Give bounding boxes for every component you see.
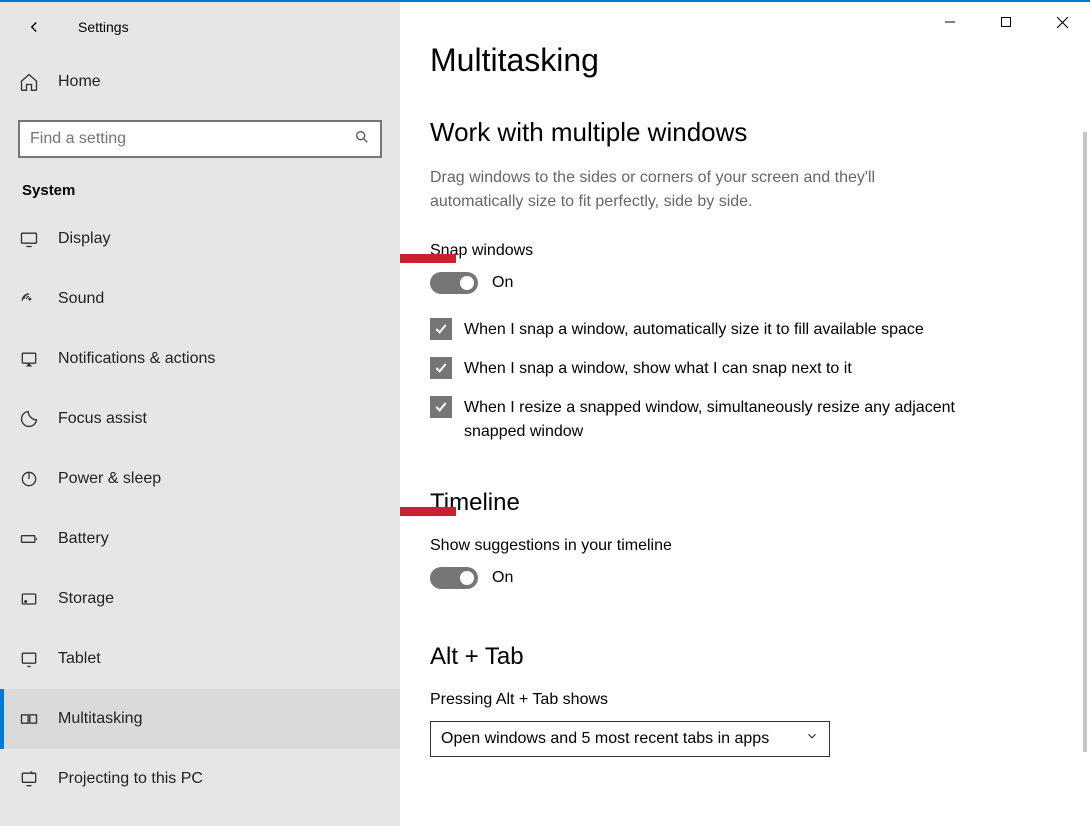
sidebar-item-battery[interactable]: Battery: [0, 509, 400, 569]
section-timeline-heading: Timeline: [430, 489, 1090, 517]
snap-check-label-1: When I snap a window, show what I can sn…: [464, 357, 852, 380]
search-icon: [354, 129, 370, 150]
multitasking-icon: [18, 709, 40, 729]
battery-icon: [18, 529, 40, 549]
snap-checkbox-0[interactable]: [430, 318, 452, 340]
display-icon: [18, 229, 40, 249]
nav-category: System: [0, 168, 400, 209]
sidebar-item-multitasking[interactable]: Multitasking: [0, 689, 400, 749]
search-input[interactable]: [30, 130, 354, 148]
section-snap-heading: Work with multiple windows: [430, 117, 1090, 148]
home-icon: [18, 72, 40, 92]
projecting-icon: [18, 769, 40, 789]
page-title: Multitasking: [430, 42, 1090, 79]
sidebar-item-projecting[interactable]: Projecting to this PC: [0, 749, 400, 809]
nav-home-label: Home: [58, 73, 101, 91]
sidebar-item-label: Display: [58, 230, 110, 248]
snap-check-label-2: When I resize a snapped window, simultan…: [464, 396, 990, 442]
snap-checkbox-2[interactable]: [430, 396, 452, 418]
sidebar-item-label: Storage: [58, 590, 114, 608]
search-container: [0, 120, 400, 158]
tablet-icon: [18, 649, 40, 669]
back-button[interactable]: [20, 13, 48, 41]
sidebar-item-focus[interactable]: Focus assist: [0, 389, 400, 449]
sidebar-item-label: Power & sleep: [58, 470, 161, 488]
snap-toggle-state: On: [492, 274, 513, 292]
sidebar-item-label: Tablet: [58, 650, 101, 668]
sidebar-item-display[interactable]: Display: [0, 209, 400, 269]
sidebar-item-storage[interactable]: Storage: [0, 569, 400, 629]
sidebar-item-power[interactable]: Power & sleep: [0, 449, 400, 509]
scrollbar[interactable]: [1083, 132, 1087, 752]
sidebar-item-label: Projecting to this PC: [58, 770, 203, 788]
sidebar-item-sound[interactable]: Sound: [0, 269, 400, 329]
titlebar: Settings: [0, 2, 400, 52]
focus-icon: [18, 409, 40, 429]
snap-toggle-label: Snap windows: [430, 242, 1090, 260]
alttab-dropdown[interactable]: Open windows and 5 most recent tabs in a…: [430, 721, 830, 757]
sound-icon: [18, 289, 40, 309]
sidebar-item-label: Multitasking: [58, 710, 142, 728]
window-title: Settings: [78, 19, 129, 35]
alttab-selected: Open windows and 5 most recent tabs in a…: [441, 730, 769, 748]
sidebar-item-notifications[interactable]: Notifications & actions: [0, 329, 400, 389]
chevron-down-icon: [805, 729, 819, 748]
alttab-label: Pressing Alt + Tab shows: [430, 691, 1090, 709]
timeline-toggle-state: On: [492, 569, 513, 587]
storage-icon: [18, 589, 40, 609]
sidebar: Settings Home System Display Sound Notific…: [0, 2, 400, 826]
sidebar-item-label: Battery: [58, 530, 109, 548]
notifications-icon: [18, 349, 40, 369]
section-alttab-heading: Alt + Tab: [430, 643, 1090, 671]
nav-home[interactable]: Home: [0, 52, 400, 112]
content-pane: Multitasking Work with multiple windows …: [400, 2, 1090, 826]
sidebar-item-label: Focus assist: [58, 410, 147, 428]
sidebar-item-tablet[interactable]: Tablet: [0, 629, 400, 689]
snap-checkbox-1[interactable]: [430, 357, 452, 379]
power-icon: [18, 469, 40, 489]
snap-check-label-0: When I snap a window, automatically size…: [464, 318, 924, 341]
timeline-label: Show suggestions in your timeline: [430, 537, 1090, 555]
section-snap-desc: Drag windows to the sides or corners of …: [430, 166, 950, 214]
search-box[interactable]: [18, 120, 382, 158]
sidebar-item-label: Notifications & actions: [58, 350, 215, 368]
nav-list: Display Sound Notifications & actions Focus…: [0, 209, 400, 826]
sidebar-item-label: Sound: [58, 290, 104, 308]
timeline-toggle[interactable]: [430, 567, 478, 589]
snap-toggle[interactable]: [430, 272, 478, 294]
